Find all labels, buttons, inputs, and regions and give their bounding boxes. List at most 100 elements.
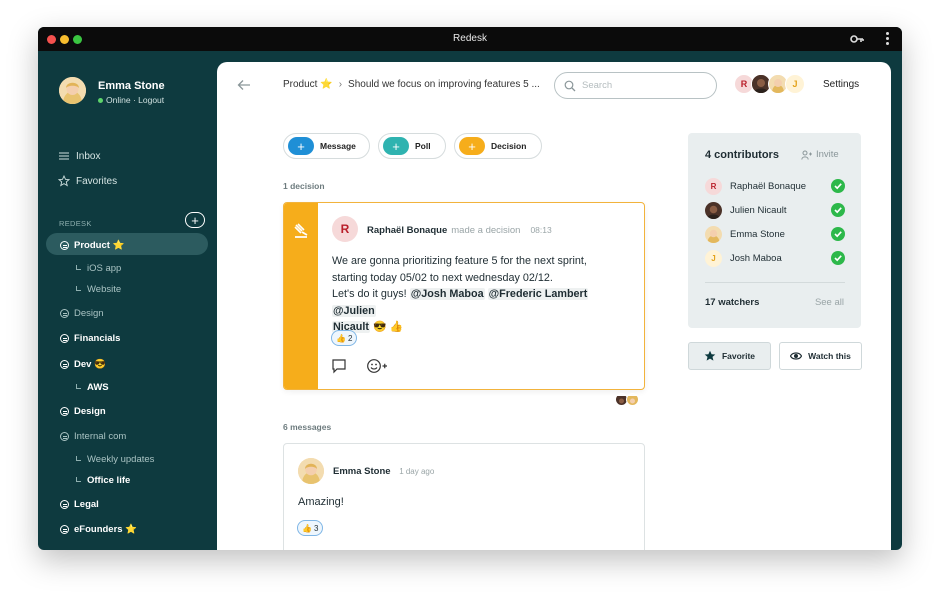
reaction-badge[interactable]: 👍 3 (297, 520, 324, 536)
contributors-panel: 4 contributors Invite R Raphaël Bonaque … (688, 133, 861, 328)
nav-inbox[interactable]: Inbox (58, 150, 100, 162)
mention[interactable]: @Josh Maboa (409, 288, 485, 300)
plus-icon: + (459, 137, 485, 155)
watchers-count: 17 watchers (705, 297, 760, 308)
gavel-icon (294, 223, 308, 238)
channel-icon (60, 525, 69, 534)
message-card[interactable]: Emma Stone 1 day ago Amazing! 👍 3 (283, 443, 645, 550)
back-arrow-icon[interactable] (237, 79, 251, 91)
reaction-count: 2 (347, 333, 353, 343)
channel-label: Financials (74, 333, 121, 344)
main-panel: Product ⭐ › Should we focus on improving… (217, 62, 891, 550)
channel-icon (60, 407, 69, 416)
reaction-count: 3 (313, 523, 319, 533)
author-name[interactable]: Emma Stone (333, 466, 391, 477)
channel-label: Website (87, 284, 122, 295)
search-input[interactable]: Search (554, 72, 717, 99)
new-poll-button[interactable]: + Poll (378, 133, 446, 159)
new-poll-label: Poll (415, 141, 431, 151)
contributor-row[interactable]: J Josh Maboa (705, 249, 845, 267)
user-avatar[interactable] (59, 77, 86, 104)
message-author-line: Emma Stone 1 day ago (333, 466, 434, 477)
check-icon (831, 179, 845, 193)
author-name[interactable]: Raphaël Bonaque (367, 225, 447, 236)
title-bar: Redesk (38, 27, 902, 51)
channel-weekly-updates[interactable]: Weekly updates (76, 454, 154, 465)
check-icon (831, 227, 845, 241)
star-icon (704, 350, 716, 361)
add-channel-button[interactable]: + (185, 212, 205, 228)
channel-ios-app[interactable]: iOS app (76, 263, 121, 274)
channel-website[interactable]: Website (76, 284, 121, 295)
thumbs-up-icon: 👍 (336, 333, 346, 343)
star-outline-icon (58, 175, 70, 187)
online-indicator (98, 98, 103, 104)
message-text: Amazing! (298, 496, 344, 508)
comment-icon[interactable] (331, 358, 347, 374)
new-decision-label: Decision (491, 141, 527, 151)
channel-dev[interactable]: Dev 😎 (60, 359, 106, 370)
channel-aws[interactable]: AWS (76, 382, 109, 393)
breadcrumb-topic: Should we focus on improving features 5 … (348, 79, 540, 90)
key-icon[interactable] (850, 33, 864, 45)
timestamp: 08:13 (530, 225, 552, 235)
new-message-button[interactable]: + Message (283, 133, 370, 159)
mention[interactable]: @Frederic Lambert (487, 288, 589, 300)
participants-avatars[interactable]: R J (734, 74, 805, 94)
channel-icon (60, 309, 69, 318)
favorite-label: Favorite (721, 351, 756, 361)
contributor-name: Julien Nicault (730, 204, 787, 216)
invite-button[interactable]: Invite (801, 149, 839, 160)
reaction-badge[interactable]: 👍 2 (331, 330, 358, 346)
channel-label: Internal com (74, 431, 127, 442)
contributor-row[interactable]: Julien Nicault (705, 201, 845, 219)
channel-icon (60, 334, 69, 343)
channel-label: AWS (87, 382, 109, 393)
logout-link[interactable]: Logout (138, 95, 164, 105)
decision-card[interactable]: R Raphaël Bonaque made a decision 08:13 … (283, 202, 645, 390)
divider (705, 282, 845, 283)
nav-favorites[interactable]: Favorites (58, 175, 117, 187)
app-window: Redesk Emma Stone Online · Logout Inbox … (38, 27, 902, 550)
channel-label: Legal (74, 499, 99, 510)
nav-inbox-label: Inbox (76, 150, 101, 162)
decision-stripe (284, 203, 318, 389)
user-status: Online · Logout (98, 95, 164, 105)
more-menu-icon[interactable] (886, 32, 890, 46)
author-avatar[interactable]: R (332, 216, 358, 242)
favorite-button[interactable]: Favorite (688, 342, 771, 370)
channel-icon (60, 500, 69, 509)
status-text: Online (106, 95, 131, 105)
channel-design-2[interactable]: Design (60, 406, 106, 417)
contributor-row[interactable]: Emma Stone (705, 225, 845, 243)
add-reaction-icon[interactable] (366, 358, 388, 374)
channel-product[interactable]: Product ⭐ (60, 240, 124, 251)
see-all-link[interactable]: See all (815, 297, 844, 308)
check-icon (831, 251, 845, 265)
avatar (705, 201, 722, 219)
plus-icon: + (288, 137, 314, 155)
channel-legal[interactable]: Legal (60, 499, 99, 510)
channel-label: Product ⭐ (74, 240, 125, 251)
breadcrumb-separator: › (338, 79, 343, 90)
channel-efounders[interactable]: eFounders ⭐ (60, 524, 137, 535)
contributors-title: 4 contributors (705, 149, 779, 161)
workspace-label: REDESK (59, 219, 92, 228)
channel-design[interactable]: Design (60, 308, 104, 319)
settings-link[interactable]: Settings (823, 79, 859, 90)
contributor-row[interactable]: R Raphaël Bonaque (705, 177, 845, 195)
channel-label: iOS app (87, 263, 122, 274)
channel-financials[interactable]: Financials (60, 333, 120, 344)
mention[interactable]: @Julien (332, 304, 376, 317)
thumbs-up-icon: 👍 (302, 523, 312, 533)
author-avatar[interactable] (298, 458, 324, 484)
channel-icon (60, 360, 69, 369)
watch-button[interactable]: Watch this (779, 342, 862, 370)
avatar: R (705, 177, 722, 195)
new-decision-button[interactable]: + Decision (454, 133, 542, 159)
channel-office-life[interactable]: Office life (76, 475, 130, 486)
channel-internal-com[interactable]: Internal com (60, 431, 126, 442)
seen-by-avatars[interactable] (615, 393, 639, 406)
invite-label: Invite (816, 149, 839, 160)
breadcrumb-channel[interactable]: Product ⭐ (283, 79, 333, 90)
